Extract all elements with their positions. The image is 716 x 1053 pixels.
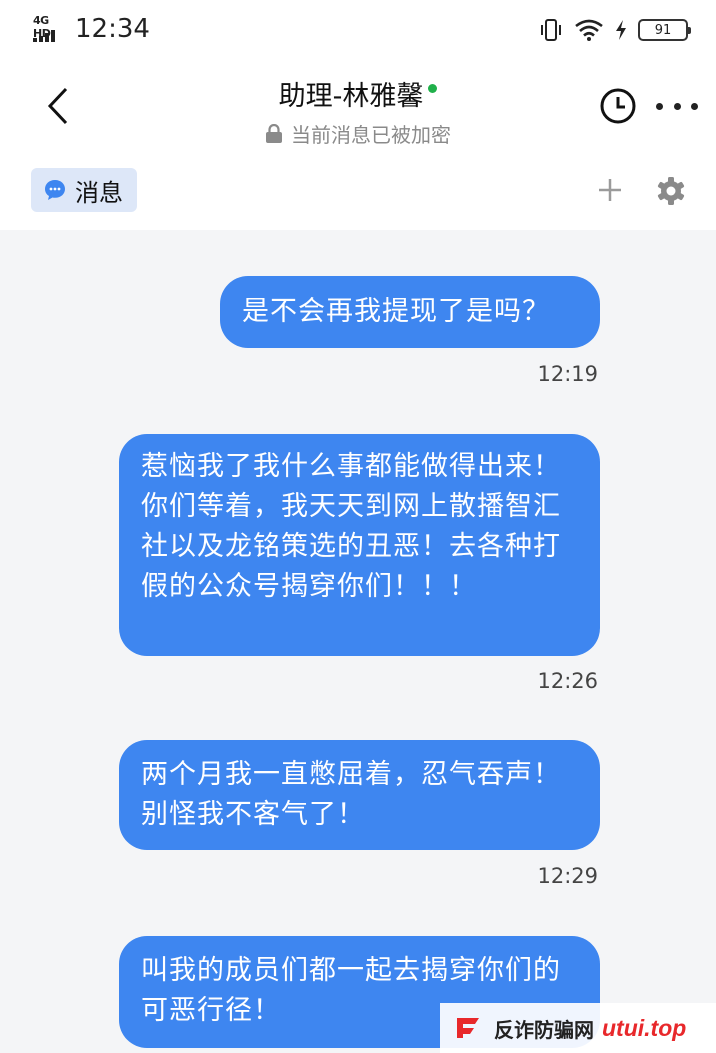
clock-icon [600,88,636,124]
message-text: 是不会再我提现了是吗？ [242,296,550,327]
watermark-logo-icon [457,1018,479,1038]
contact-name: 助理-林雅馨 [278,81,424,112]
plus-icon[interactable] [596,176,624,204]
encryption-notice: 当前消息已被加密 [291,123,451,147]
message-time: 12:19 [537,362,598,386]
more-dots-icon[interactable] [656,96,698,116]
chat-header: 助理-林雅馨 当前消息已被加密 [0,62,716,156]
network-indicator: 4G HD [33,14,69,42]
chat-bubble-icon [45,180,65,200]
message-bubble[interactable]: 惹恼我了我什么事都能做得出来！你们等着，我天天到网上散播智汇社以及龙铭策选的丑恶… [119,434,600,656]
message-text: 惹恼我了我什么事都能做得出来！你们等着，我天天到网上散播智汇社以及龙铭策选的丑恶… [141,451,561,602]
battery-level: 91 [654,22,672,38]
lock-icon [266,123,282,143]
online-dot [428,84,438,93]
wifi-icon [575,19,603,41]
watermark: 反诈防骗网 utui.top [440,1003,716,1053]
message-time: 12:29 [537,864,598,888]
tab-messages[interactable]: 消息 [31,168,137,212]
status-bar: 4G HD 12:34 91 [0,0,716,62]
charging-icon [616,20,626,40]
watermark-domain: utui.top [602,1014,687,1041]
chat-area[interactable]: 是不会再我提现了是吗？ 12:19 惹恼我了我什么事都能做得出来！你们等着，我天… [0,230,716,1053]
tab-bar: 消息 [0,156,716,230]
history-button[interactable] [598,86,638,126]
message-bubble[interactable]: 两个月我一直憋屈着，忍气吞声！别怪我不客气了！ [119,740,600,850]
message-time: 12:26 [537,669,598,693]
watermark-text: 反诈防骗网 [494,1017,594,1042]
gear-icon[interactable] [656,176,686,206]
signal-icon [33,30,55,42]
status-time: 12:34 [75,14,150,44]
vibrate-icon [541,19,561,41]
tab-messages-label: 消息 [75,178,123,207]
message-text: 两个月我一直憋屈着，忍气吞声！别怪我不客气了！ [141,759,561,830]
message-bubble[interactable]: 是不会再我提现了是吗？ [220,276,600,348]
battery-icon: 91 [638,19,691,41]
